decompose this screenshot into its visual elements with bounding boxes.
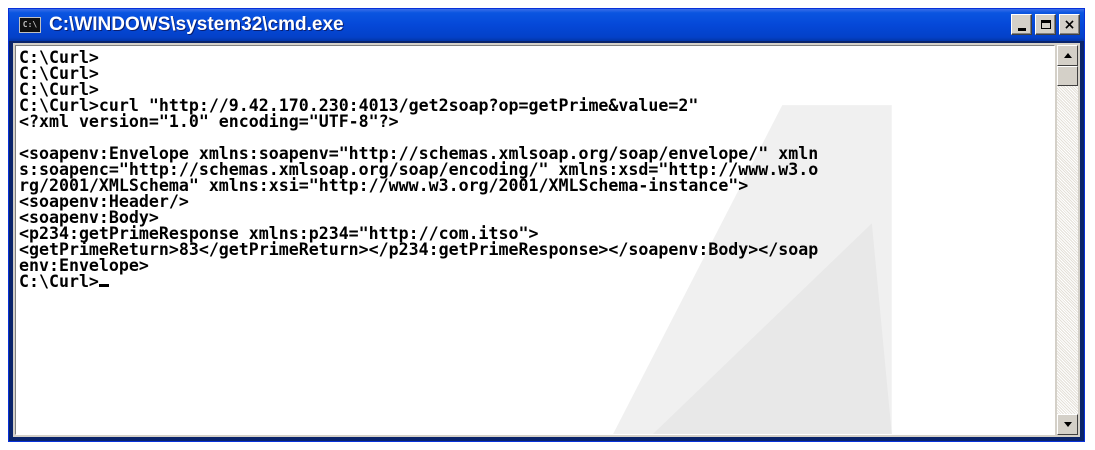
console-line: C:\Curl>: [19, 48, 99, 67]
minimize-button[interactable]: [1011, 14, 1032, 35]
console-line: C:\Curl>: [19, 64, 99, 83]
console-prompt-line: C:\Curl>: [19, 272, 1054, 291]
title-buttons: ×: [1011, 14, 1080, 35]
console-line: <soapenv:Header/>: [19, 192, 189, 211]
client-area: C:\Curl> C:\Curl> C:\Curl> C:\Curl>curl "ht…: [13, 43, 1080, 437]
console-line: <?xml version="1.0" encoding="UTF-8"?>: [19, 112, 399, 131]
window-title: C:\WINDOWS\system32\cmd.exe: [49, 14, 344, 35]
text-cursor: [98, 284, 109, 287]
console-prompt: C:\Curl>: [19, 272, 99, 291]
arrow-up-icon: [1063, 53, 1072, 58]
console-line: env:Envelope>: [19, 256, 149, 275]
console-icon[interactable]: C:\: [19, 17, 41, 33]
maximize-button[interactable]: [1035, 14, 1056, 35]
arrow-down-icon: [1063, 422, 1072, 427]
title-bar[interactable]: C:\ C:\WINDOWS\system32\cmd.exe ×: [9, 9, 1084, 41]
cmd-window: C:\ C:\WINDOWS\system32\cmd.exe × C:\Cur…: [8, 8, 1085, 442]
scroll-thumb[interactable]: [1057, 66, 1078, 86]
vertical-scrollbar[interactable]: [1057, 45, 1078, 435]
console-text: C:\Curl> C:\Curl> C:\Curl> C:\Curl>curl "ht…: [16, 46, 1054, 290]
scroll-down-button[interactable]: [1057, 414, 1078, 435]
scroll-up-button[interactable]: [1057, 45, 1078, 66]
console-output[interactable]: C:\Curl> C:\Curl> C:\Curl> C:\Curl>curl "ht…: [15, 45, 1055, 435]
console-line: <getPrimeReturn>83</getPrimeReturn></p23…: [19, 240, 819, 259]
close-button[interactable]: ×: [1059, 14, 1080, 35]
